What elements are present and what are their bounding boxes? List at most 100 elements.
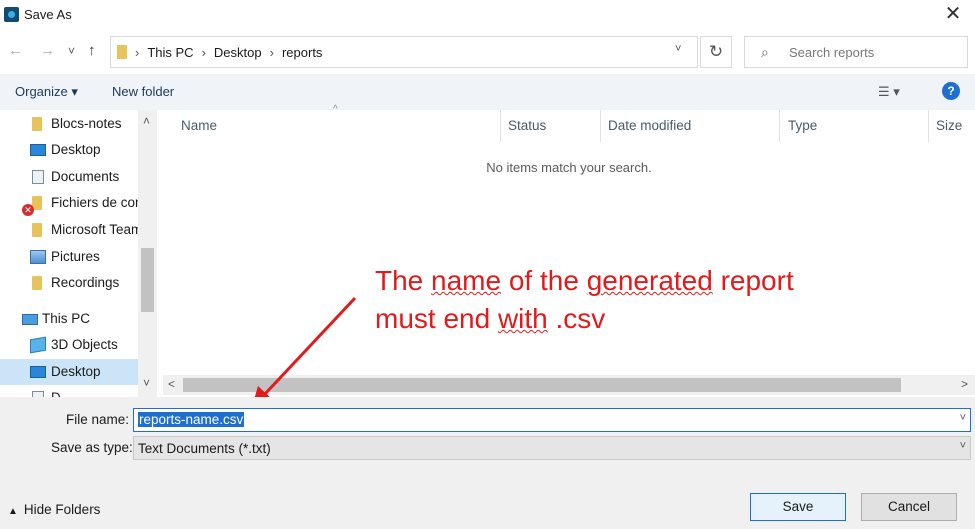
pictures-icon [30,250,46,264]
sidebar-item-3d-objects[interactable]: 3D Objects [0,332,138,358]
scroll-left-icon[interactable]: < [168,377,175,391]
sidebar-item-label: This PC [42,311,91,326]
save-button[interactable]: Save [750,493,846,521]
search-placeholder: Search reports [789,45,875,60]
breadcrumb-desktop[interactable]: Desktop [214,45,262,60]
column-divider[interactable] [500,110,501,142]
sidebar-item-desktop-selected[interactable]: Desktop [0,359,138,385]
window-title: Save As [24,7,72,22]
scroll-up-icon[interactable]: ˄ [143,114,150,128]
sidebar-item-microsoft-teams[interactable]: Microsoft Teams [0,217,149,243]
sidebar-item-label: 3D Objects [51,337,118,352]
breadcrumb: › This PC › Desktop › reports [135,45,322,60]
help-icon[interactable]: ? [942,82,960,100]
annotation-fragment: .csv [547,303,606,334]
view-options-icon[interactable]: ☰ ▾ [878,84,900,100]
error-icon: ✕ [22,204,34,216]
annotation-line-2: must end with .csv [375,300,794,338]
sidebar-item-label: Blocs-notes [51,116,122,131]
folder-icon [32,117,42,131]
annotation-fragment: name [431,265,502,296]
desktop-icon [30,366,46,378]
annotation-fragment: of the [501,265,587,296]
column-header-name[interactable]: Name [181,118,217,133]
document-icon [32,170,44,184]
back-arrow-icon[interactable]: ← [8,42,23,59]
desktop-icon [30,144,46,156]
folder-icon [32,276,42,290]
organize-button[interactable]: Organize ▾ [15,84,78,100]
chevron-up-icon: ▲ [8,506,18,517]
folder-icon [32,223,42,237]
address-bar[interactable]: › This PC › Desktop › reports ˅ [110,36,698,68]
computer-icon [22,314,38,325]
search-input[interactable]: ⌕ Search reports [744,36,968,68]
sidebar-item-fichiers[interactable]: ✕ Fichiers de conv [0,190,149,216]
sidebar-item-recordings[interactable]: Recordings [0,270,138,296]
close-icon[interactable]: ✕ [941,3,965,27]
title-bar: Save As ✕ [0,0,975,30]
sidebar-item-label: Recordings [51,275,120,290]
annotation-fragment: with [497,303,548,334]
folder-icon [117,45,127,59]
chevron-right-icon: › [269,45,274,60]
sidebar-item-label: Documents [51,169,120,184]
scroll-down-icon[interactable]: ˅ [143,376,150,390]
column-header-type[interactable]: Type [788,118,817,133]
save-form: File name: reports-name.csv ˅ Save as ty… [0,397,975,529]
sidebar-item-desktop[interactable]: Desktop [0,137,138,163]
column-header-date-modified[interactable]: Date modified [608,118,691,133]
sidebar-item-this-pc[interactable]: This PC [0,306,138,332]
column-header-size[interactable]: Size [936,118,962,133]
scrollbar-thumb[interactable] [183,378,901,392]
sort-ascending-icon: ^ [333,104,338,115]
new-folder-button[interactable]: New folder [112,84,174,99]
hide-folders-label: Hide Folders [23,502,101,517]
chevron-right-icon: › [135,45,140,60]
refresh-button[interactable]: ↻ [700,36,732,68]
up-arrow-icon[interactable]: ↑ [88,42,96,59]
chevron-down-icon[interactable]: ˅ [960,440,966,452]
file-name-value[interactable]: reports-name.csv [138,412,245,427]
scrollbar-thumb[interactable] [141,248,154,312]
save-as-type-value: Text Documents (*.txt) [138,441,271,456]
search-icon: ⌕ [761,44,769,60]
chevron-down-icon[interactable]: ˅ [675,43,681,55]
breadcrumb-reports[interactable]: reports [282,45,322,60]
cancel-button[interactable]: Cancel [861,493,957,521]
forward-arrow-icon[interactable]: → [40,42,55,59]
annotation-fragment: must end [375,303,498,334]
annotation-text: The name of the generated report must en… [375,262,794,338]
sidebar-item-pictures[interactable]: Pictures [0,244,138,270]
column-divider[interactable] [600,110,601,142]
sidebar-item-documents[interactable]: Documents [0,164,138,190]
recent-locations-icon[interactable]: ˅ [68,44,75,58]
cube-icon [30,336,46,354]
annotation-fragment: The [375,265,432,296]
empty-message: No items match your search. [486,160,652,175]
file-name-input[interactable]: reports-name.csv ˅ [133,408,971,432]
sidebar-item-label: Desktop [51,364,101,379]
sidebar-item-label: Microsoft Teams [51,222,150,237]
sidebar-item-label: Pictures [51,249,100,264]
sidebar-item-label: Fichiers de conv [51,195,150,210]
sidebar-item-label: D [51,390,61,397]
sidebar-item-documents-partial[interactable]: D [0,385,138,397]
sidebar-scrollbar[interactable]: ˄ ˅ [138,110,157,397]
sidebar-item-blocs-notes[interactable]: Blocs-notes [0,111,138,137]
chevron-down-icon[interactable]: ˅ [960,412,966,424]
scroll-right-icon[interactable]: > [961,377,968,391]
annotation-fragment: generated [586,265,713,296]
column-header-status[interactable]: Status [508,118,546,133]
column-divider[interactable] [928,110,929,142]
chevron-right-icon: › [201,45,206,60]
navigation-bar: ← → ˅ ↑ › This PC › Desktop › reports ˅ … [0,30,975,74]
save-as-type-label: Save as type: [51,440,133,455]
hide-folders-button[interactable]: ▲ Hide Folders [8,502,100,517]
command-toolbar: Organize ▾ New folder ☰ ▾ ? [0,74,975,110]
annotation-fragment: report [712,265,794,296]
column-divider[interactable] [779,110,780,142]
file-list-scrollbar[interactable]: < > [163,375,975,395]
breadcrumb-this-pc[interactable]: This PC [147,45,193,60]
save-as-type-select[interactable]: Text Documents (*.txt) ˅ [133,436,971,460]
